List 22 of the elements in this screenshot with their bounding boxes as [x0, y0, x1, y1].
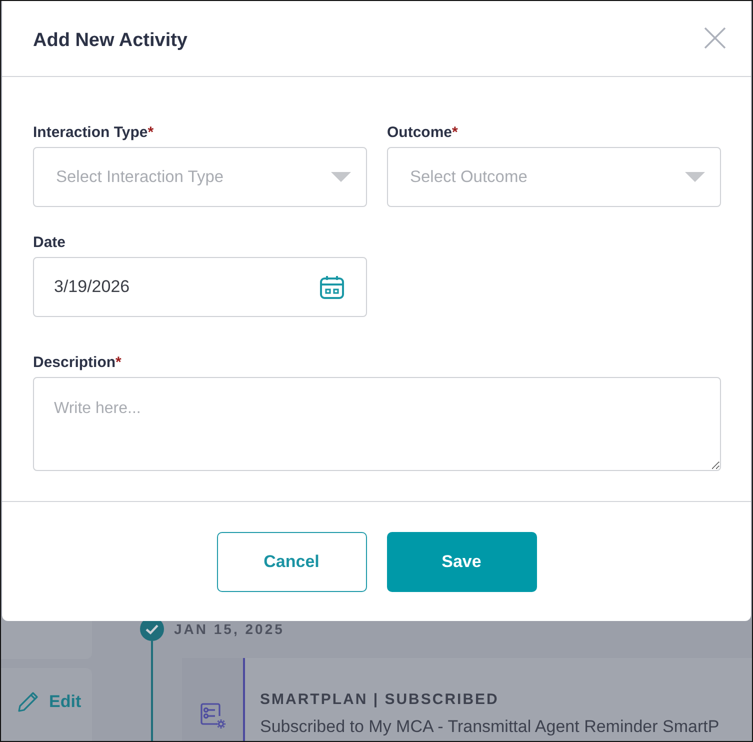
close-button[interactable]: [704, 26, 726, 48]
save-button[interactable]: Save: [386, 532, 536, 592]
dropdown-field[interactable]: Select Interaction Type: [33, 147, 367, 207]
field-label: Interaction Type*: [33, 123, 154, 143]
cancel-button[interactable]: Cancel: [216, 532, 366, 592]
pencil-icon: [18, 691, 39, 712]
field-label: Description*: [33, 353, 122, 373]
timeline-date: JAN 15, 2025: [174, 621, 284, 637]
date-field[interactable]: 3/19/2026: [33, 257, 367, 317]
dropdown-field[interactable]: Select Outcome: [387, 147, 721, 207]
caret-icon: [685, 172, 705, 182]
activity-description: Subscribed to My MCA - Transmittal Agent Reminder SmartP: [260, 717, 720, 737]
calendar-icon[interactable]: [320, 275, 344, 299]
dialog-title: Add New Activity: [33, 30, 188, 52]
list-settings-icon: [200, 703, 226, 729]
field-label: Outcome*: [387, 123, 458, 143]
edit-button[interactable]: Edit: [18, 691, 82, 712]
description-field[interactable]: Write here...: [33, 377, 721, 471]
activity-heading: SMARTPLAN | SUBSCRIBED: [260, 691, 500, 709]
field-label: Date: [33, 233, 66, 253]
close-icon: [704, 26, 726, 48]
caret-icon: [331, 172, 351, 182]
